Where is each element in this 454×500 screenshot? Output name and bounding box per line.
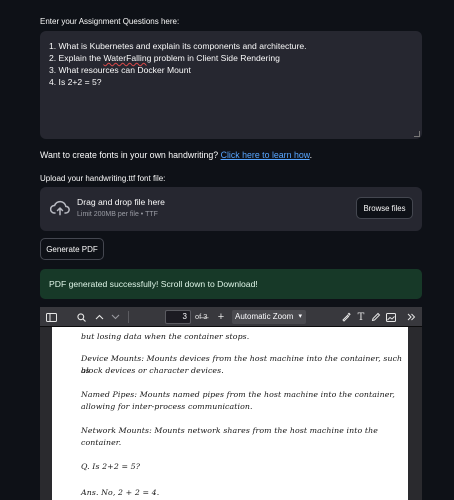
pdf-toolbar: 3 of 3 — + Automatic Zoom ▾ T	[40, 307, 422, 327]
fonts-prompt-line: Want to create fonts in your own handwri…	[40, 150, 312, 160]
browse-files-button[interactable]: Browse files	[356, 197, 413, 219]
question-line-3: 3. What resources can Docker Mount	[49, 65, 191, 75]
zoom-out-button[interactable]: —	[198, 307, 210, 327]
pdf-line: block devices or character devices.	[81, 366, 224, 375]
questions-textarea[interactable]: 1. What is Kubernetes and explain its co…	[40, 31, 422, 139]
success-alert: PDF generated successfully! Scroll down …	[40, 269, 422, 299]
pdf-line: Q. Is 2+2 = 5?	[81, 462, 141, 471]
resize-handle[interactable]	[414, 131, 420, 137]
zoom-select[interactable]: Automatic Zoom ▾	[232, 310, 306, 324]
draw-icon[interactable]	[370, 307, 382, 327]
more-tools-icon[interactable]	[404, 307, 418, 327]
fonts-period: .	[309, 150, 313, 160]
text-tool-icon[interactable]: T	[355, 307, 367, 327]
search-icon[interactable]	[74, 307, 88, 327]
dropzone-title: Drag and drop file here	[77, 197, 165, 207]
chevron-down-icon[interactable]	[108, 307, 122, 327]
dropzone-limit: Limit 200MB per file • TTF	[77, 211, 158, 218]
success-message: PDF generated successfully! Scroll down …	[49, 279, 258, 289]
toolbar-divider	[128, 311, 129, 323]
pdf-line: Named Pipes: Mounts named pipes from the…	[81, 390, 395, 399]
cloud-upload-icon	[50, 200, 70, 216]
question-line-1: 1. What is Kubernetes and explain its co…	[49, 41, 307, 51]
pdf-page: but losing data when the container stops…	[52, 327, 408, 500]
zoom-in-button[interactable]: +	[215, 307, 227, 327]
upload-label: Upload your handwriting.ttf font file:	[40, 174, 166, 183]
file-dropzone[interactable]: Drag and drop file here Limit 200MB per …	[40, 187, 422, 231]
generate-pdf-button[interactable]: Generate PDF	[40, 238, 104, 260]
pdf-viewer: 3 of 3 — + Automatic Zoom ▾ T but losing…	[40, 307, 422, 500]
highlight-icon[interactable]	[340, 307, 352, 327]
question-line-2-end: problem in Client Side Rendering	[151, 53, 280, 63]
pdf-line: Network Mounts: Mounts network shares fr…	[81, 426, 378, 447]
question-line-2-start: 2. Explain the	[49, 53, 104, 63]
pdf-line: allowing for inter-process communication…	[81, 402, 253, 411]
question-line-4: 4. Is 2+2 = 5?	[49, 77, 102, 87]
page-number-input[interactable]: 3	[165, 310, 191, 324]
sidebar-toggle-icon[interactable]	[43, 307, 59, 327]
learn-fonts-link[interactable]: Click here to learn how	[221, 150, 310, 160]
fonts-prompt-text: Want to create fonts in your own handwri…	[40, 150, 219, 160]
questions-label: Enter your Assignment Questions here:	[40, 17, 180, 26]
image-icon[interactable]	[385, 307, 397, 327]
zoom-value: Automatic Zoom	[235, 312, 294, 321]
chevron-up-icon[interactable]	[92, 307, 106, 327]
pdf-line: Ans. No, 2 + 2 = 4.	[81, 488, 160, 497]
select-chevron-icon: ▾	[298, 313, 302, 320]
pdf-line: but losing data when the container stops…	[81, 332, 250, 341]
misspelled-word: WaterFalling	[103, 53, 152, 63]
